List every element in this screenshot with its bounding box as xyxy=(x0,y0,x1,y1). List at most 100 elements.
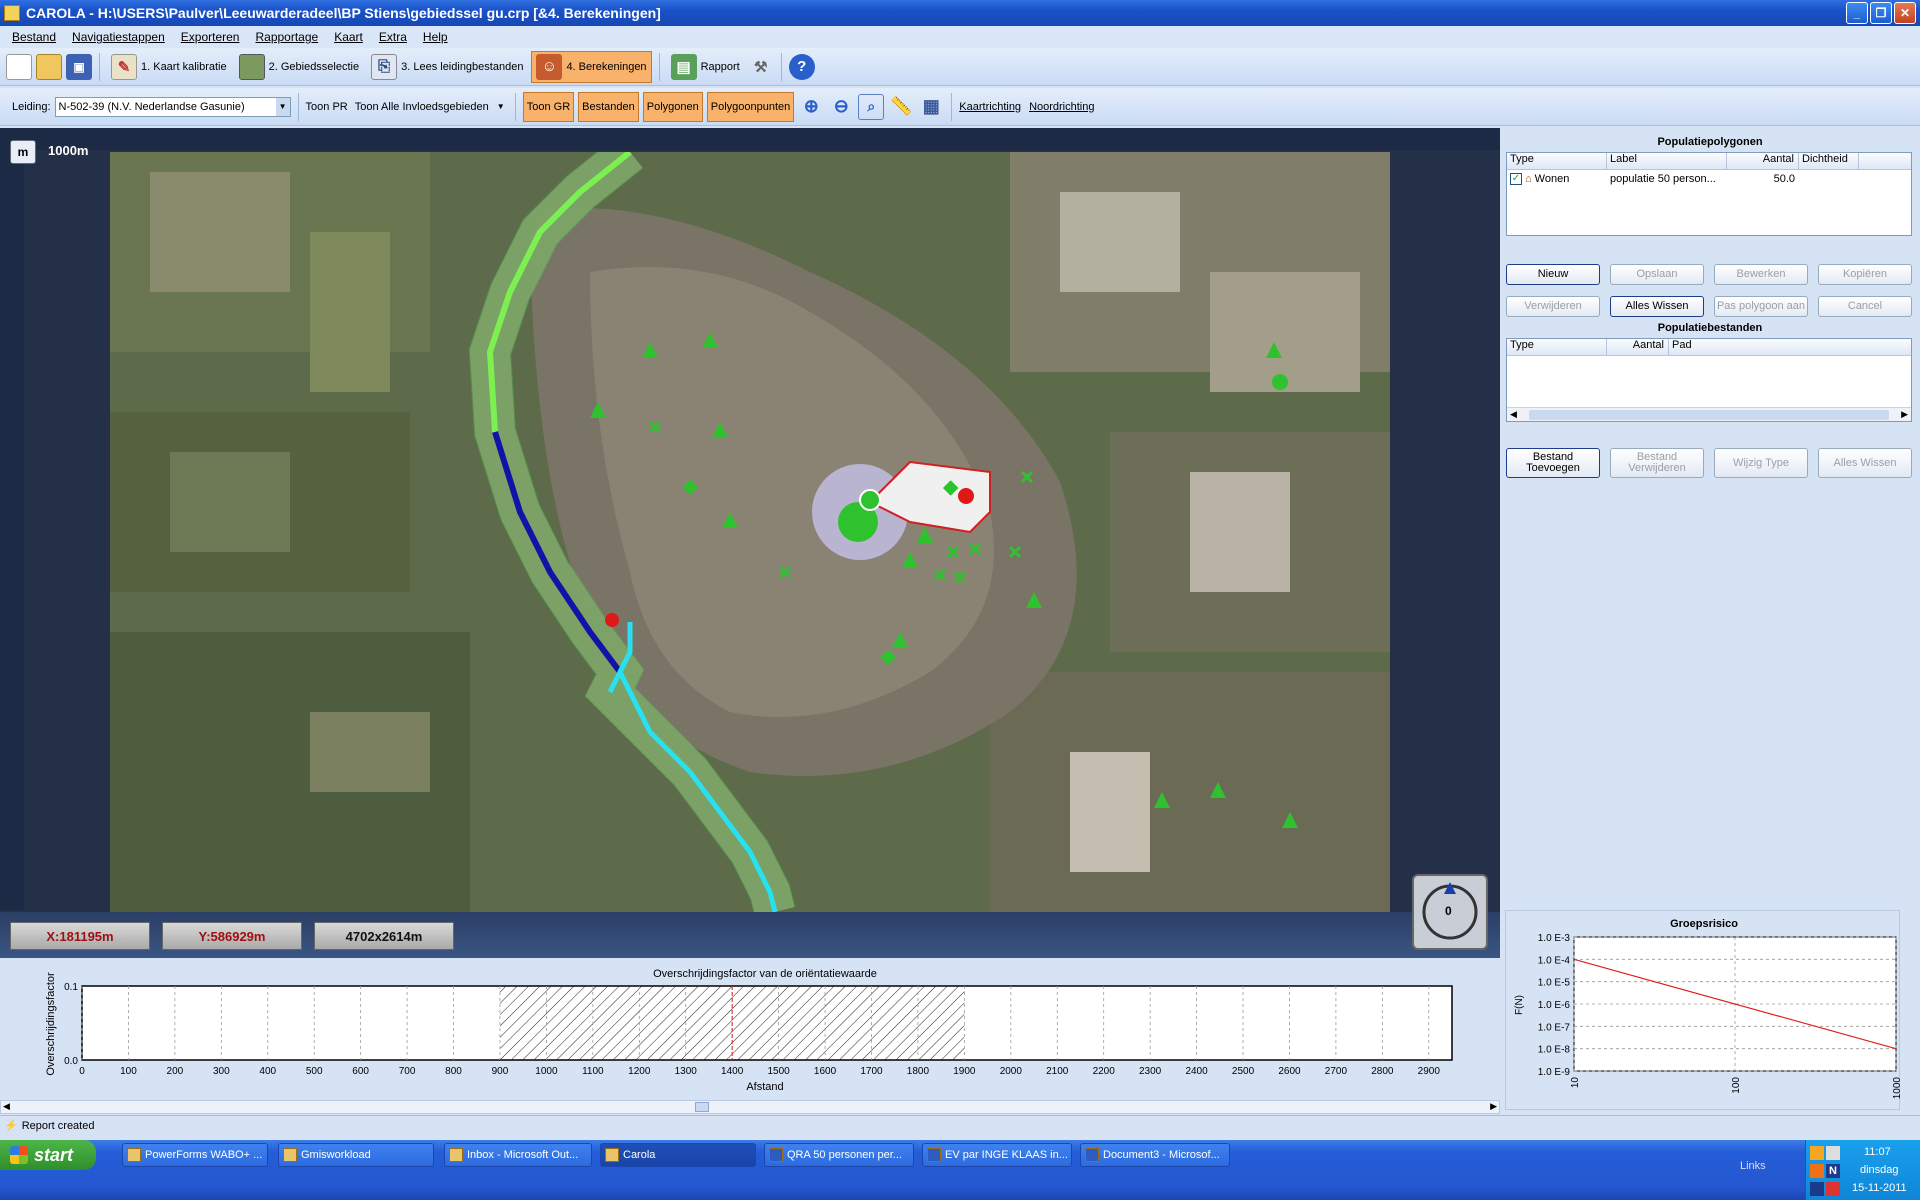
map-canvas[interactable] xyxy=(110,152,1390,912)
polygonen-button[interactable]: Polygonen xyxy=(642,91,703,122)
onenote-icon[interactable]: N xyxy=(1826,1164,1840,1178)
menu-help[interactable]: Help xyxy=(423,30,448,44)
y-axis-label: Overschrijdingsfactor xyxy=(45,972,57,1076)
network-icon[interactable] xyxy=(1826,1182,1840,1196)
step3-lees-leidingbestanden-button[interactable]: ⎘ 3. Lees leidingbestanden xyxy=(367,51,527,83)
x-tick-label: 1200 xyxy=(628,1066,651,1077)
task-carola[interactable]: Carola xyxy=(600,1143,756,1167)
scroll-thumb[interactable] xyxy=(1529,409,1889,420)
tools-icon[interactable]: ⚒ xyxy=(748,54,774,80)
x-tick-label: 2100 xyxy=(1046,1066,1069,1077)
task-document3[interactable]: Document3 - Microsof... xyxy=(1080,1143,1230,1167)
maximize-button[interactable]: ❐ xyxy=(1870,2,1892,24)
horizontal-scrollbar[interactable]: ◀ ▶ xyxy=(1507,407,1911,421)
task-inbox-outlook[interactable]: Inbox - Microsoft Out... xyxy=(444,1143,592,1167)
compass-control[interactable]: 0 xyxy=(1412,874,1488,950)
y-axis-label: F(N) xyxy=(1514,995,1525,1015)
aerial-map[interactable] xyxy=(110,152,1390,912)
step2-gebiedsselectie-button[interactable]: 2. Gebiedsselectie xyxy=(235,51,364,83)
row-aantal: 50.0 xyxy=(1773,173,1795,185)
task-qra[interactable]: QRA 50 personen per... xyxy=(764,1143,914,1167)
polygoonpunten-button[interactable]: Polygoonpunten xyxy=(706,91,795,122)
bestanden-button[interactable]: Bestanden xyxy=(578,91,639,122)
row-checkbox[interactable]: ✓ xyxy=(1510,173,1522,185)
bestand-verwijderen-button[interactable]: Bestand Verwijderen xyxy=(1610,448,1704,478)
step4-berekeningen-button[interactable]: ☺ 4. Berekeningen xyxy=(531,50,652,83)
printer-icon[interactable] xyxy=(1826,1146,1840,1160)
scale-button[interactable]: m xyxy=(10,140,36,164)
menu-exporteren[interactable]: Exporteren xyxy=(181,30,240,44)
toon-gr-label: Toon GR xyxy=(526,100,571,113)
pas-polygoon-aan-button[interactable]: Pas polygoon aan xyxy=(1714,296,1808,317)
menu-navigatiestappen[interactable]: Navigatiestappen xyxy=(72,30,165,44)
noordrichting-button[interactable]: Noordrichting xyxy=(1029,101,1094,113)
menu-bestand[interactable]: Bestand xyxy=(12,30,56,44)
x-tick-label: 300 xyxy=(213,1066,230,1077)
y-tick-label: 1.0 E-7 xyxy=(1538,1022,1571,1033)
app-icon xyxy=(4,5,20,21)
scroll-right-icon[interactable]: ▶ xyxy=(1490,1101,1497,1112)
opslaan-button[interactable]: Opslaan xyxy=(1610,264,1704,285)
task-powerforms[interactable]: PowerForms WABO+ ... xyxy=(122,1143,268,1167)
task-ev-par[interactable]: EV par INGE KLAAS in... xyxy=(922,1143,1072,1167)
x-tick-label: 600 xyxy=(352,1066,369,1077)
bestand-toevoegen-button[interactable]: Bestand Toevoegen xyxy=(1506,448,1600,478)
outlook-icon xyxy=(449,1148,463,1162)
populatiepolygonen-table[interactable]: Type Label Aantal Dichtheid ✓ ⌂ Wonen po… xyxy=(1506,152,1912,236)
scroll-left-icon[interactable]: ◀ xyxy=(3,1101,10,1112)
tray-icon[interactable] xyxy=(1810,1164,1824,1178)
save-icon[interactable]: ▣ xyxy=(66,53,92,80)
bottom-horizontal-scrollbar[interactable]: ◀ ▶ xyxy=(0,1100,1500,1114)
ruler-icon[interactable]: 📏 xyxy=(888,94,914,120)
step1-kaart-kalibratie-button[interactable]: ✎ 1. Kaart kalibratie xyxy=(107,51,231,83)
bestanden-alles-wissen-button[interactable]: Alles Wissen xyxy=(1818,448,1912,478)
zoom-in-icon[interactable]: ⊕ xyxy=(798,94,824,120)
word-icon xyxy=(927,1148,941,1162)
nieuw-button[interactable]: Nieuw xyxy=(1506,264,1600,285)
zoom-out-icon[interactable]: ⊖ xyxy=(828,94,854,120)
populatiebestanden-table[interactable]: Type Aantal Pad ◀ ▶ xyxy=(1506,338,1912,422)
zoom-extent-icon[interactable]: ⌕ xyxy=(858,93,885,120)
cancel-button[interactable]: Cancel xyxy=(1818,296,1912,317)
y-tick-label: 1.0 E-4 xyxy=(1538,955,1571,966)
menu-rapportage[interactable]: Rapportage xyxy=(255,30,318,44)
help-icon[interactable]: ? xyxy=(788,53,815,80)
scale-label: 1000m xyxy=(48,143,89,158)
task-gmisworkload[interactable]: Gmisworkload xyxy=(278,1143,434,1167)
y-tick-label: 1.0 E-5 xyxy=(1538,978,1571,989)
open-folder-icon[interactable] xyxy=(36,53,62,80)
links-toolbar[interactable]: Links xyxy=(1740,1160,1766,1172)
kopieren-button[interactable]: Kopiëren xyxy=(1818,264,1912,285)
scroll-thumb[interactable] xyxy=(695,1102,709,1112)
col-dichtheid: Dichtheid xyxy=(1799,153,1859,169)
kaartrichting-button[interactable]: Kaartrichting xyxy=(959,101,1021,113)
scale-button-label: m xyxy=(17,145,29,159)
toon-pr-button[interactable]: Toon PR xyxy=(306,101,348,113)
map-extent: 4702x2614m xyxy=(314,922,454,950)
toon-gr-button[interactable]: Toon GR xyxy=(522,91,575,122)
menu-extra[interactable]: Extra xyxy=(379,30,407,44)
rapport-button[interactable]: ▤ Rapport xyxy=(667,51,744,83)
x-tick-label: 900 xyxy=(492,1066,509,1077)
leiding-dropdown[interactable]: N-502-39 (N.V. Nederlandse Gasunie) ▼ xyxy=(54,96,291,117)
minimize-button[interactable]: _ xyxy=(1846,2,1868,24)
alles-wissen-button[interactable]: Alles Wissen xyxy=(1610,296,1704,317)
bewerken-button[interactable]: Bewerken xyxy=(1714,264,1808,285)
x-tick-label: 100 xyxy=(1731,1077,1742,1094)
scroll-left-icon[interactable]: ◀ xyxy=(1510,409,1517,420)
tray-icon[interactable] xyxy=(1810,1146,1824,1160)
invloedsgebieden-dropdown[interactable]: Toon Alle Invloedsgebieden ▼ xyxy=(352,97,508,117)
menu-kaart[interactable]: Kaart xyxy=(334,30,363,44)
wijzig-type-button[interactable]: Wijzig Type xyxy=(1714,448,1808,478)
start-button[interactable]: start xyxy=(0,1140,96,1170)
y-tick-label: 1.0 E-9 xyxy=(1538,1067,1571,1078)
grid-icon[interactable]: ▦ xyxy=(918,94,944,120)
close-button[interactable]: ✕ xyxy=(1894,2,1916,24)
x-tick-label: 1000 xyxy=(535,1066,558,1077)
monitor-icon[interactable] xyxy=(1810,1182,1824,1196)
col-aantal: Aantal xyxy=(1727,153,1799,169)
new-file-icon[interactable] xyxy=(6,53,32,80)
scroll-right-icon[interactable]: ▶ xyxy=(1901,409,1908,420)
table-row[interactable]: ✓ ⌂ Wonen populatie 50 person... 50.0 xyxy=(1507,170,1911,188)
verwijderen-button[interactable]: Verwijderen xyxy=(1506,296,1600,317)
